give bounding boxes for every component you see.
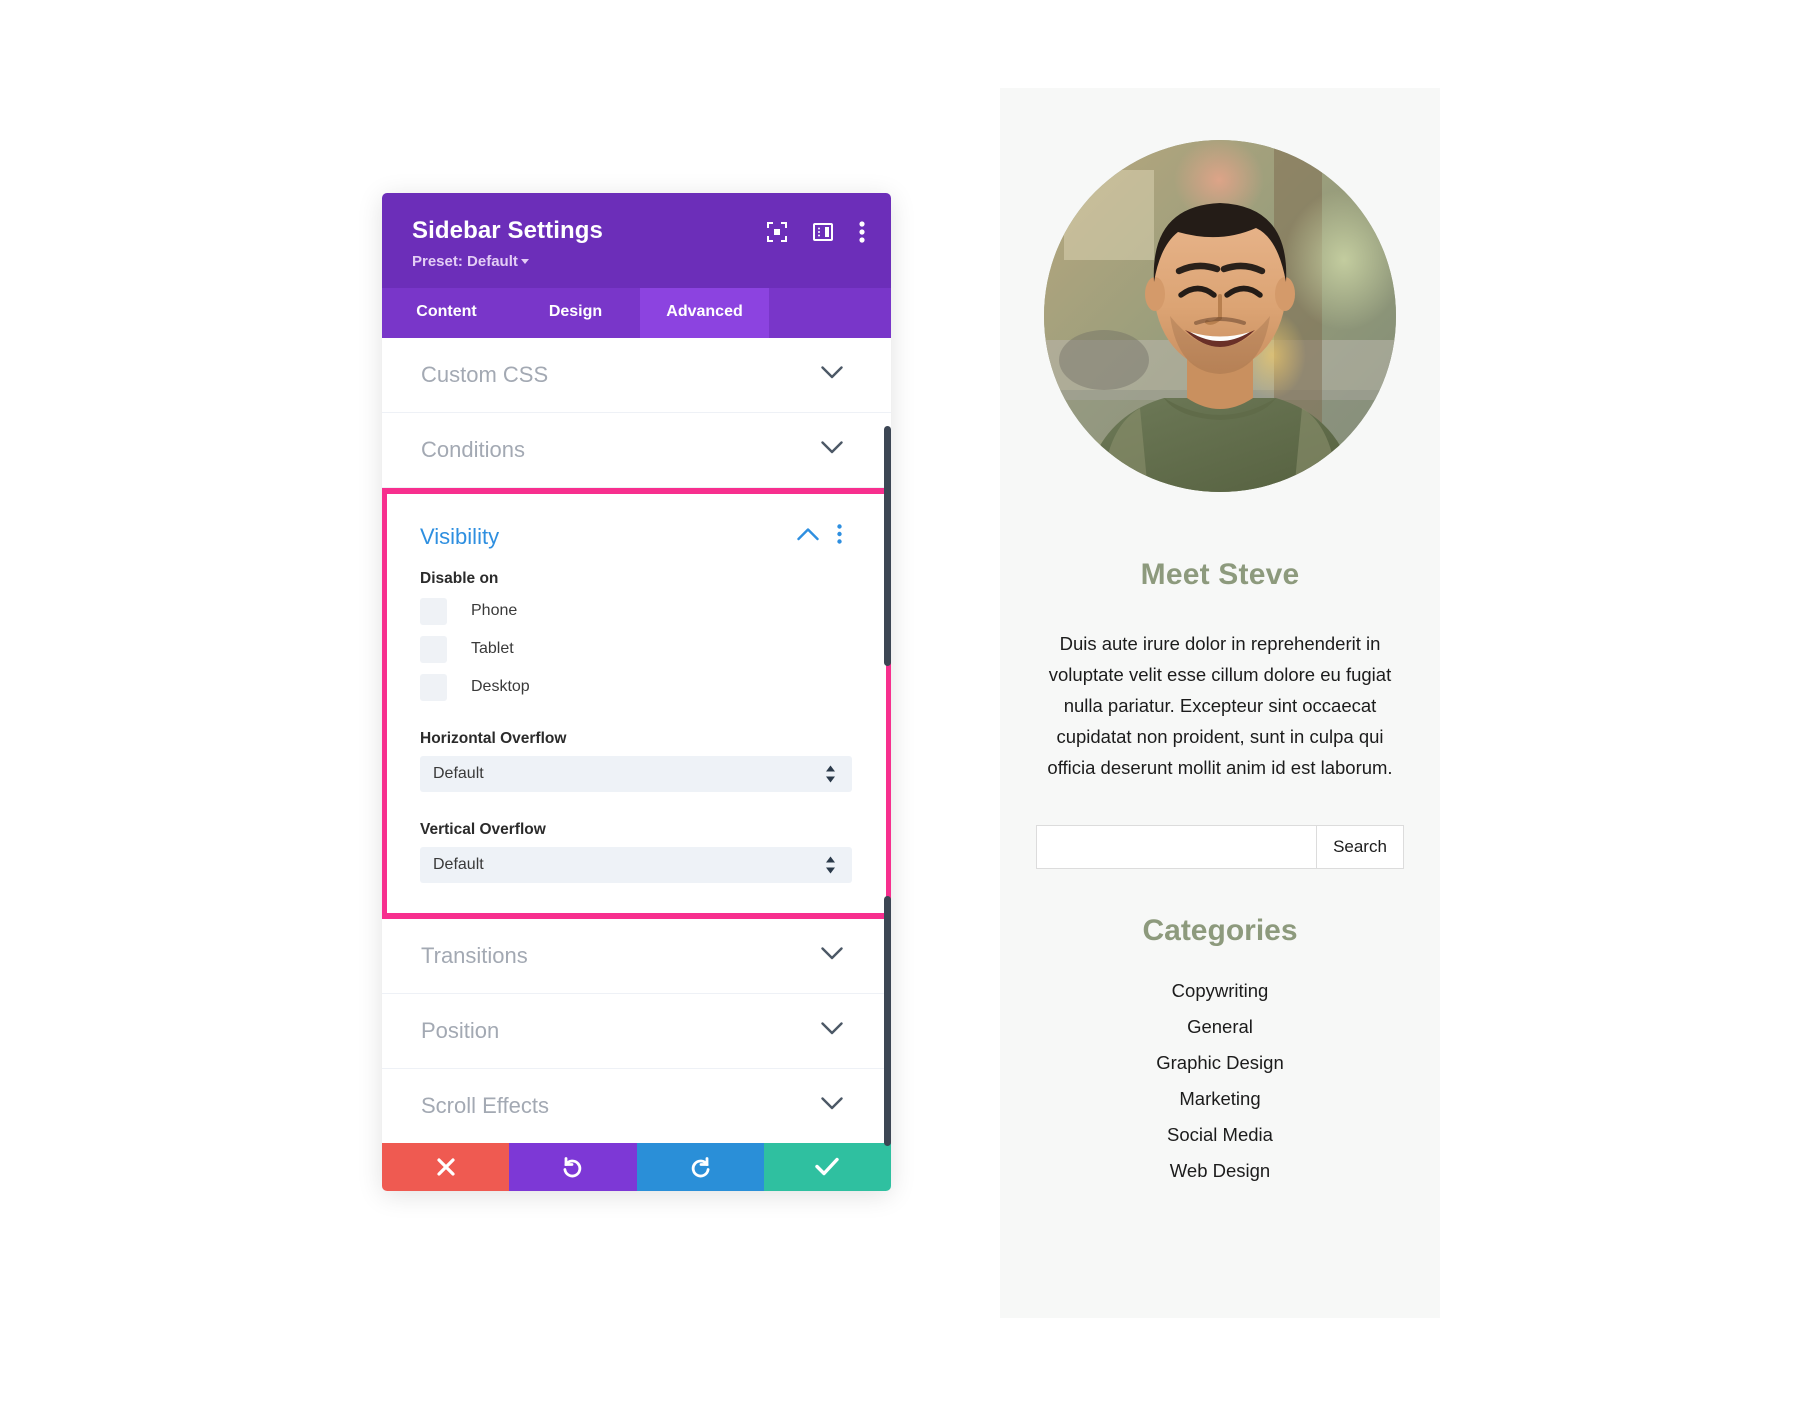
chevron-down-icon (821, 366, 843, 384)
vertical-overflow-select[interactable]: Default (420, 846, 852, 883)
more-vertical-icon[interactable] (859, 221, 865, 243)
horizontal-overflow-select[interactable]: Default (420, 755, 852, 792)
checkbox-box[interactable] (420, 635, 447, 663)
search-button[interactable]: Search (1316, 825, 1404, 870)
chevron-up-icon[interactable] (797, 528, 819, 546)
more-vertical-icon[interactable] (837, 524, 842, 549)
panel-scrollbar[interactable] (884, 895, 891, 1146)
visibility-header[interactable]: Visibility (387, 494, 886, 558)
tab-design[interactable]: Design (511, 288, 640, 338)
checkbox-label: Phone (471, 602, 518, 620)
preset-selector[interactable]: Preset: Default (412, 253, 861, 270)
checkbox-tablet[interactable]: Tablet (420, 635, 852, 663)
select-value: Default (433, 855, 484, 873)
bio-text: Duis aute irure dolor in reprehenderit i… (1047, 633, 1393, 779)
redo-icon (689, 1156, 711, 1178)
visibility-header-icons (797, 524, 842, 549)
preset-label: Preset: Default (412, 252, 518, 270)
checkbox-label: Desktop (471, 678, 530, 696)
check-icon (815, 1157, 840, 1176)
checkbox-label: Tablet (471, 640, 514, 658)
stepper-arrows-icon[interactable] (825, 765, 836, 783)
checkbox-phone[interactable]: Phone (420, 597, 852, 625)
select-value: Default (433, 764, 484, 782)
horizontal-overflow-group: Horizontal Overflow Default (420, 730, 852, 792)
category-link[interactable]: Copywriting (1036, 980, 1404, 1002)
section-visibility: Visibility Disable on Phone Tablet Deskt… (382, 487, 891, 919)
tab-advanced[interactable]: Advanced (640, 287, 769, 338)
tab-content[interactable]: Content (382, 288, 511, 338)
categories-list: Copywriting General Graphic Design Marke… (1036, 980, 1404, 1182)
category-link[interactable]: Graphic Design (1036, 1052, 1404, 1074)
section-label: Scroll Effects (421, 1092, 549, 1118)
section-label: Position (421, 1017, 500, 1043)
chevron-down-icon (821, 1022, 843, 1040)
avatar (1044, 140, 1396, 492)
undo-icon (562, 1156, 584, 1178)
sidebar-preview: Meet Steve Duis aute irure dolor in repr… (1000, 88, 1440, 1318)
undo-button[interactable] (509, 1142, 637, 1191)
caret-down-icon (520, 258, 529, 264)
horizontal-overflow-label: Horizontal Overflow (420, 729, 567, 747)
modal-header: Sidebar Settings Preset: Default (382, 193, 891, 288)
section-label: Custom CSS (421, 361, 549, 387)
section-conditions[interactable]: Conditions (382, 412, 891, 488)
category-link[interactable]: Web Design (1036, 1160, 1404, 1182)
category-link[interactable]: General (1036, 1016, 1404, 1038)
checkbox-box[interactable] (420, 673, 447, 701)
save-button[interactable] (763, 1142, 891, 1191)
panel-scrollbar[interactable] (884, 425, 891, 666)
page-title: Meet Steve (1140, 558, 1300, 591)
section-label: Visibility (420, 523, 500, 549)
cancel-button[interactable] (382, 1142, 510, 1191)
modal-footer (382, 1142, 891, 1191)
section-custom-css[interactable]: Custom CSS (382, 337, 891, 413)
sidebar-settings-modal: Sidebar Settings Preset: Default Content… (382, 193, 891, 1191)
layout-panel-icon[interactable] (813, 222, 833, 242)
checkbox-desktop[interactable]: Desktop (420, 673, 852, 701)
checkbox-box[interactable] (420, 597, 447, 625)
modal-body: Custom CSS Conditions Visibility Disable… (382, 337, 891, 1146)
categories-heading: Categories (1142, 914, 1298, 948)
focus-icon[interactable] (767, 222, 787, 242)
disable-on-label: Disable on (420, 569, 499, 587)
vertical-overflow-group: Vertical Overflow Default (420, 821, 852, 883)
category-link[interactable]: Social Media (1036, 1124, 1404, 1146)
section-transitions[interactable]: Transitions (382, 918, 891, 994)
vertical-overflow-label: Vertical Overflow (420, 820, 546, 838)
category-link[interactable]: Marketing (1036, 1088, 1404, 1110)
search-form: Search (1036, 825, 1404, 870)
chevron-down-icon (821, 947, 843, 965)
redo-button[interactable] (636, 1142, 764, 1191)
visibility-body: Disable on Phone Tablet Desktop Horizont… (387, 558, 886, 913)
stepper-arrows-icon[interactable] (825, 856, 836, 874)
section-position[interactable]: Position (382, 993, 891, 1069)
section-label: Transitions (421, 942, 528, 968)
section-scroll-effects[interactable]: Scroll Effects (382, 1068, 891, 1143)
portrait-photo (1044, 140, 1396, 492)
section-label: Conditions (421, 436, 525, 462)
modal-tabs: Content Design Advanced (382, 287, 891, 338)
close-icon (436, 1157, 456, 1177)
search-input[interactable] (1036, 825, 1316, 870)
modal-header-icons (767, 221, 865, 243)
chevron-down-icon (821, 441, 843, 459)
chevron-down-icon (821, 1097, 843, 1115)
